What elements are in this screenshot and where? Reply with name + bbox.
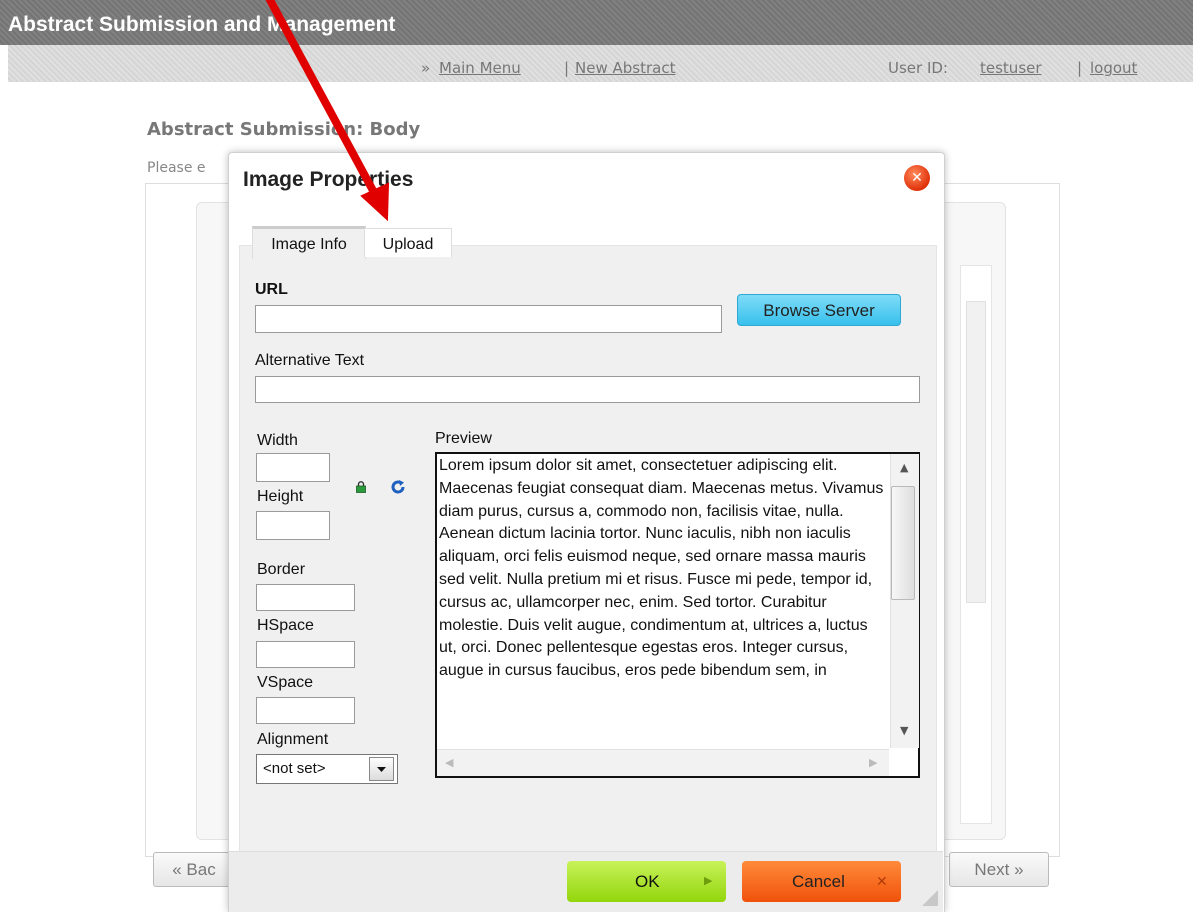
editor-scroll-thumb[interactable] [966, 301, 986, 603]
page-instructions: Please e [147, 160, 206, 176]
chevron-down-icon [377, 767, 386, 772]
user-id-label: User ID: [888, 59, 948, 77]
main-menu-link[interactable]: Main Menu [439, 59, 521, 77]
tab-upload[interactable]: Upload [364, 228, 452, 257]
border-input[interactable] [256, 584, 355, 611]
nav-separator: | [1077, 59, 1083, 77]
nav-prefix: » [421, 59, 431, 77]
scroll-left-icon[interactable]: ◀ [445, 757, 453, 768]
alt-text-input[interactable] [255, 376, 920, 403]
border-label: Border [257, 561, 306, 578]
vspace-label: VSpace [257, 674, 314, 691]
page-title: Abstract Submission: Body [147, 119, 421, 140]
height-label: Height [257, 488, 304, 505]
url-input[interactable] [255, 305, 722, 333]
alignment-dropdown-button[interactable] [369, 757, 394, 781]
ok-button-label: OK [635, 872, 660, 891]
scroll-up-icon[interactable]: ▲ [900, 462, 908, 473]
alignment-label: Alignment [257, 731, 329, 748]
reset-size-icon[interactable] [390, 479, 406, 495]
close-icon[interactable]: ✕ [904, 165, 930, 191]
preview-label: Preview [435, 430, 492, 447]
preview-text: Lorem ipsum dolor sit amet, consectetuer… [439, 457, 884, 680]
ok-arrow-icon: ▶ [704, 875, 713, 887]
preview-horizontal-scrollbar[interactable]: ◀ ▶ [437, 749, 889, 776]
new-abstract-link[interactable]: New Abstract [575, 59, 675, 77]
alt-text-label: Alternative Text [255, 352, 365, 369]
browse-server-button[interactable]: Browse Server [737, 294, 901, 326]
cancel-button[interactable]: Cancel ✕ [742, 861, 901, 902]
cancel-button-label: Cancel [792, 872, 845, 891]
url-label: URL [255, 281, 288, 298]
width-label: Width [257, 432, 298, 449]
alignment-selected-value: <not set> [263, 760, 326, 777]
nav-bar: » Main Menu | New Abstract User ID: test… [8, 45, 1193, 82]
user-id-link[interactable]: testuser [980, 59, 1042, 77]
scroll-right-icon[interactable]: ▶ [869, 757, 877, 768]
ok-button[interactable]: OK ▶ [567, 861, 726, 902]
editor-scrollbar[interactable] [960, 265, 992, 824]
hspace-input[interactable] [256, 641, 355, 668]
app-title: Abstract Submission and Management [8, 13, 396, 36]
logout-link[interactable]: logout [1090, 59, 1137, 77]
nav-separator: | [564, 59, 570, 77]
cancel-x-icon: ✕ [876, 873, 888, 889]
vspace-input[interactable] [256, 697, 355, 724]
preview-scroll-thumb[interactable] [891, 486, 915, 600]
back-button[interactable]: « Bac [153, 852, 235, 887]
resize-grip-icon[interactable] [918, 886, 938, 906]
width-input[interactable] [256, 453, 330, 482]
hspace-label: HSpace [257, 617, 314, 634]
lock-icon[interactable] [356, 481, 366, 493]
tab-image-info[interactable]: Image Info [252, 226, 366, 259]
next-button[interactable]: Next » [949, 852, 1049, 887]
height-input[interactable] [256, 511, 330, 540]
scroll-down-icon[interactable]: ▼ [900, 725, 908, 736]
dialog-title: Image Properties [243, 168, 414, 191]
